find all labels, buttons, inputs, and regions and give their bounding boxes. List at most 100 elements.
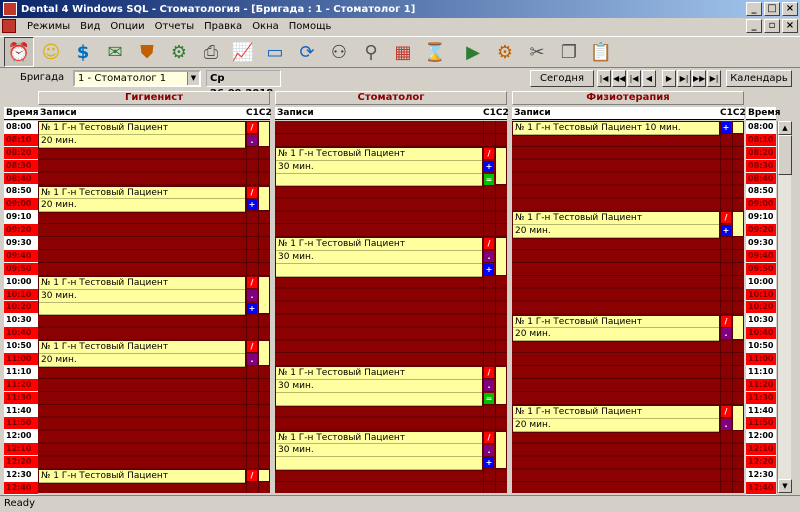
app-icon bbox=[3, 2, 17, 16]
chart-icon[interactable]: 📈 bbox=[228, 37, 258, 67]
close-button[interactable]: × bbox=[782, 2, 798, 16]
calendar-icon[interactable]: ▦ bbox=[388, 37, 418, 67]
mail-icon[interactable]: ✉ bbox=[100, 37, 130, 67]
status-flag-blue[interactable]: + bbox=[247, 302, 257, 314]
next-week-icon[interactable]: ▶▶ bbox=[692, 70, 706, 87]
column-physio[interactable]: № 1 Г-н Тестовый Пациент 10 мин. + № 1 Г-н… bbox=[512, 121, 744, 493]
scroll-down-icon[interactable]: ▼ bbox=[778, 479, 792, 493]
smiley-icon[interactable]: ☺ bbox=[36, 37, 66, 67]
next-day-icon[interactable]: ▶ bbox=[662, 70, 676, 87]
status-flag-red[interactable]: / bbox=[721, 212, 731, 224]
shield-icon[interactable]: ⛊ bbox=[132, 37, 162, 67]
prev-week-icon[interactable]: ◀◀ bbox=[612, 70, 626, 87]
status-flag-red[interactable]: / bbox=[247, 276, 257, 288]
status-flag-red[interactable]: / bbox=[247, 470, 257, 482]
time-slot: 09:20 bbox=[746, 224, 776, 238]
menu-windows[interactable]: Окна bbox=[247, 21, 284, 32]
scissors-icon[interactable]: ✂ bbox=[522, 37, 552, 67]
refresh-icon[interactable]: ⟳ bbox=[292, 37, 322, 67]
status-flag-red[interactable]: / bbox=[484, 367, 494, 379]
gears-icon[interactable]: ⚙ bbox=[164, 37, 194, 67]
appointment[interactable]: № 1 Г-н Тестовый Пациент 10 мин. bbox=[512, 121, 720, 136]
status-flag-blue[interactable]: + bbox=[721, 225, 731, 237]
last-page-icon[interactable]: ▶| bbox=[707, 70, 721, 87]
copy-icon[interactable]: ❐ bbox=[554, 37, 584, 67]
status-flag-purple[interactable]: . bbox=[247, 354, 257, 366]
magnifier-icon[interactable]: ⚲ bbox=[356, 37, 386, 67]
settings-icon[interactable]: ⚙ bbox=[490, 37, 520, 67]
status-flag-purple[interactable]: . bbox=[721, 328, 731, 340]
scroll-thumb[interactable] bbox=[778, 135, 792, 175]
appointment-patient: № 1 Г-н Тестовый Пациент bbox=[276, 238, 482, 251]
appointment[interactable]: № 1 Г-н Тестовый Пациент 20 мин. bbox=[38, 121, 246, 149]
vertical-scrollbar[interactable]: ▲ ▼ bbox=[777, 121, 792, 493]
menu-reports[interactable]: Отчеты bbox=[150, 21, 199, 32]
status-flag-green[interactable]: = bbox=[484, 392, 494, 404]
appointment[interactable]: № 1 Г-н Тестовый Пациент 30 мин. bbox=[38, 275, 246, 317]
mdi-icon[interactable] bbox=[2, 19, 16, 33]
status-flag-red[interactable]: / bbox=[721, 405, 731, 417]
appointment[interactable]: № 1 Г-н Тестовый Пациент 20 мин. bbox=[512, 211, 720, 240]
appointment[interactable]: № 1 Г-н Тестовый Пациент 30 мин. bbox=[275, 237, 483, 278]
dollar-icon[interactable]: $ bbox=[68, 37, 98, 67]
column-hygienist[interactable]: № 1 Г-н Тестовый Пациент 20 мин. /. № 1 Г-н… bbox=[38, 121, 270, 493]
appointment[interactable]: № 1 Г-н Тестовый Пациент 20 мин. bbox=[38, 340, 246, 369]
today-button[interactable]: Сегодня bbox=[530, 70, 594, 87]
status-flag-red[interactable]: / bbox=[721, 315, 731, 327]
status-flag-red[interactable]: / bbox=[484, 238, 494, 250]
clock-icon[interactable]: ⏰ bbox=[4, 37, 34, 67]
status-flag-purple[interactable]: . bbox=[484, 444, 494, 456]
export-icon[interactable]: ▶ bbox=[458, 37, 488, 67]
child-minimize-button[interactable]: _ bbox=[746, 19, 762, 33]
appointment[interactable]: № 1 Г-н Тестовый Пациент 20 мин. bbox=[38, 185, 246, 214]
menu-view[interactable]: Вид bbox=[75, 21, 105, 32]
status-flag-red[interactable]: / bbox=[247, 122, 257, 133]
status-flag-red[interactable]: / bbox=[484, 431, 494, 443]
next-page-icon[interactable]: ▶| bbox=[677, 70, 691, 87]
status-flag-purple[interactable]: . bbox=[247, 289, 257, 301]
menu-help[interactable]: Помощь bbox=[284, 21, 337, 32]
appointment[interactable]: № 1 Г-н Тестовый Пациент 30 мин. bbox=[275, 430, 483, 472]
status-flag-red[interactable]: / bbox=[484, 147, 494, 159]
status-flag-purple[interactable]: . bbox=[721, 418, 731, 430]
menu-options[interactable]: Опции bbox=[105, 21, 149, 32]
status-flag-red[interactable]: / bbox=[247, 341, 257, 353]
status-flag-blue[interactable]: + bbox=[484, 457, 494, 469]
appointment[interactable]: № 1 Г-н Тестовый Пациент 20 мин. bbox=[512, 404, 720, 433]
binoculars-icon[interactable]: ⚇ bbox=[324, 37, 354, 67]
appointment[interactable]: № 1 Г-н Тестовый Пациент bbox=[38, 469, 246, 485]
appointment[interactable]: № 1 Г-н Тестовый Пациент 20 мин. bbox=[512, 314, 720, 343]
first-page-icon[interactable]: |◀ bbox=[597, 70, 611, 87]
prev-page-icon[interactable]: |◀ bbox=[627, 70, 641, 87]
printer-icon[interactable]: ⎙ bbox=[196, 37, 226, 67]
minimize-button[interactable]: _ bbox=[746, 2, 762, 16]
scroll-up-icon[interactable]: ▲ bbox=[778, 121, 792, 135]
maximize-button[interactable]: □ bbox=[764, 2, 780, 16]
appointment[interactable]: № 1 Г-н Тестовый Пациент 30 мин. bbox=[275, 146, 483, 188]
paste-icon[interactable]: 📋 bbox=[586, 37, 616, 67]
appointment[interactable]: № 1 Г-н Тестовый Пациент 30 мин. bbox=[275, 366, 483, 407]
status-flag-blue[interactable]: + bbox=[484, 160, 494, 172]
prev-day-icon[interactable]: ◀ bbox=[642, 70, 656, 87]
time-slot: 09:50 bbox=[746, 262, 776, 276]
child-restore-button[interactable]: ▫ bbox=[764, 19, 780, 33]
status-flag-green[interactable]: = bbox=[484, 173, 494, 185]
brigade-select[interactable]: 1 - Стоматолог 1 ▼ bbox=[73, 70, 201, 87]
status-flag-blue[interactable]: + bbox=[484, 263, 494, 275]
status-flag-blue[interactable]: + bbox=[247, 199, 257, 211]
time-slot: 11:50 bbox=[4, 417, 38, 431]
column-dentist[interactable]: № 1 Г-н Тестовый Пациент 30 мин. / + = № 1 Г-… bbox=[275, 121, 507, 493]
menu-edit[interactable]: Правка bbox=[199, 21, 247, 32]
status-flag-purple[interactable]: . bbox=[484, 380, 494, 391]
hourglass-icon[interactable]: ⌛ bbox=[420, 37, 450, 67]
status-flag-purple[interactable]: . bbox=[484, 251, 494, 262]
status-flag-red[interactable]: / bbox=[247, 186, 257, 198]
calendar-button[interactable]: Календарь bbox=[726, 70, 792, 87]
status-flag-purple[interactable]: . bbox=[247, 134, 257, 146]
window-icon[interactable]: ▭ bbox=[260, 37, 290, 67]
child-close-button[interactable]: × bbox=[782, 19, 798, 33]
menu-modes[interactable]: Режимы bbox=[22, 21, 75, 32]
status-flag-blue[interactable]: + bbox=[721, 122, 731, 133]
time-slot: 09:10 bbox=[4, 211, 38, 225]
chevron-down-icon[interactable]: ▼ bbox=[187, 72, 199, 85]
